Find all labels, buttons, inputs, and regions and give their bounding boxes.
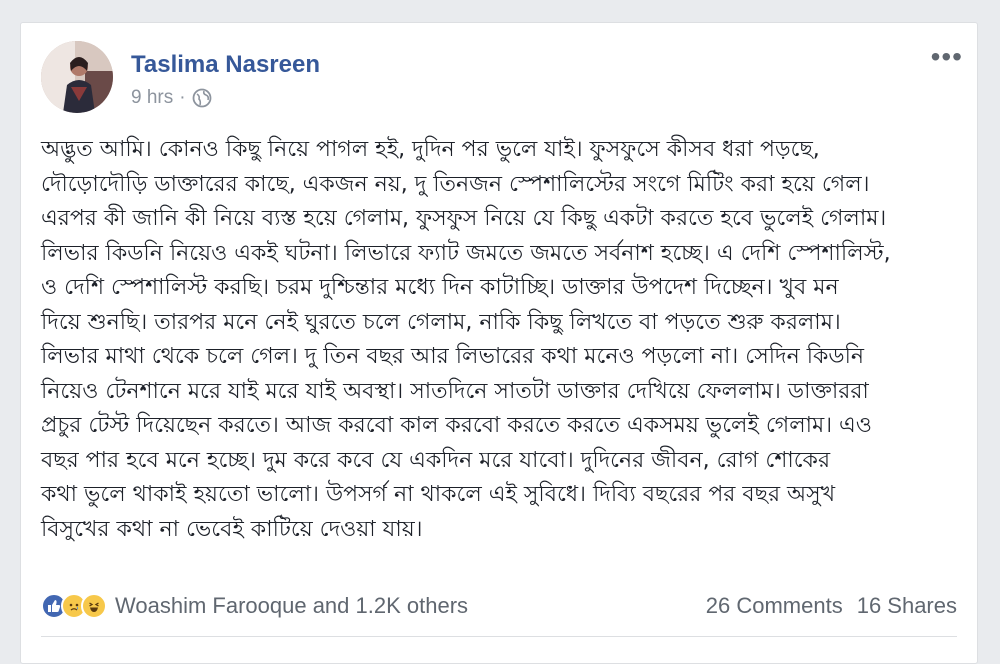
reaction-icons[interactable] (41, 593, 107, 619)
engagement-counts: 26 Comments 16 Shares (706, 593, 957, 619)
divider (41, 636, 957, 637)
comments-count[interactable]: 26 Comments (706, 593, 843, 619)
globe-icon[interactable] (192, 88, 212, 108)
shares-count[interactable]: 16 Shares (857, 593, 957, 619)
ellipsis-icon[interactable]: ••• (931, 43, 963, 71)
meta-separator: · (179, 87, 186, 108)
post-card: Taslima Nasreen 9 hrs · ••• অদ্ভুত আমি। … (20, 22, 978, 664)
post-body-text: অদ্ভুত আমি। কোনও কিছু নিয়ে পাগল হই, দুদ… (41, 137, 891, 542)
post-meta: 9 hrs · (131, 87, 212, 109)
reaction-summary[interactable]: Woashim Farooque and 1.2K others (115, 593, 468, 619)
profile-photo (41, 41, 113, 113)
avatar[interactable] (41, 41, 113, 113)
author-name[interactable]: Taslima Nasreen (131, 51, 320, 79)
post-timestamp[interactable]: 9 hrs (131, 87, 173, 109)
reactions-bar: Woashim Farooque and 1.2K others 26 Comm… (41, 589, 957, 623)
haha-icon (81, 593, 107, 619)
